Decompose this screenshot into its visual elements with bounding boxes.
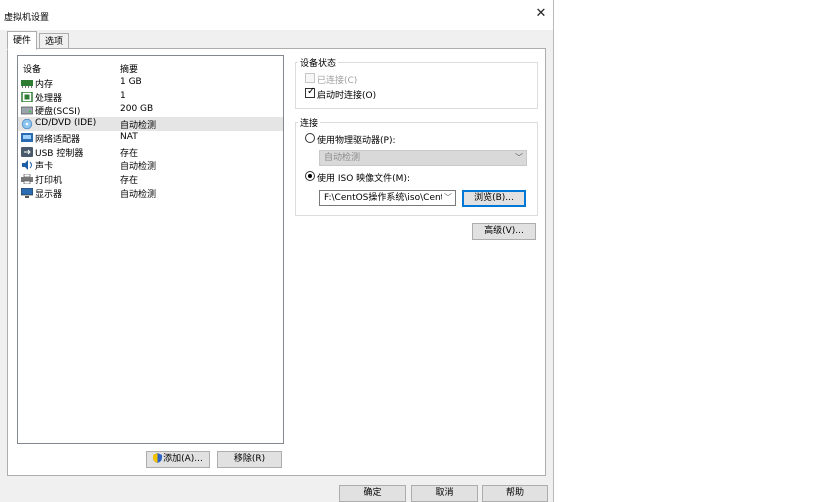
window-title: 虚拟机设置	[4, 13, 50, 23]
memory-icon	[21, 78, 33, 88]
connect-at-power-on-checkbox[interactable]: ✓	[305, 86, 316, 98]
device-row-processor[interactable]: 处理器 1	[18, 90, 283, 104]
device-summary: 1	[120, 90, 126, 101]
network-adapter-icon	[21, 132, 33, 143]
vm-settings-dialog: 虚拟机设置 ✕ 硬件 选项 设备 摘要 内存 1 GB 处理器 1 硬盘(SCS…	[0, 0, 554, 502]
device-name: USB 控制器	[35, 148, 84, 159]
device-summary: 自动检测	[120, 189, 157, 200]
iso-path-value: F:\CentOS操作系统\iso\Cent	[324, 193, 445, 203]
advanced-button[interactable]: 高级(V)...	[472, 223, 536, 240]
physical-drive-label: 使用物理驱动器(P):	[317, 136, 396, 146]
add-device-button-label: 添加(A)...	[163, 454, 203, 464]
cdrom-icon	[21, 118, 33, 130]
device-name: 处理器	[35, 93, 63, 104]
remove-device-button[interactable]: 移除(R)	[217, 451, 282, 468]
device-status-title: 设备状态	[298, 56, 339, 69]
connected-checkbox[interactable]	[305, 73, 315, 83]
processor-icon	[21, 90, 33, 103]
physical-drive-radio[interactable]	[305, 133, 315, 143]
physical-drive-select-value: 自动检测	[324, 153, 361, 163]
device-summary: 1 GB	[120, 77, 142, 87]
cancel-button[interactable]: 取消	[411, 485, 478, 502]
device-summary: 200 GB	[120, 104, 154, 115]
device-summary: NAT	[120, 131, 138, 142]
radio-dot-icon	[308, 174, 312, 178]
device-row-display[interactable]: 显示器 自动检测	[18, 186, 283, 200]
shield-icon	[153, 453, 163, 469]
title-bar: 虚拟机设置 ✕	[0, 0, 553, 30]
iso-image-label: 使用 ISO 映像文件(M):	[317, 174, 410, 184]
device-name: 内存	[35, 80, 54, 90]
display-icon	[20, 187, 34, 198]
device-row-memory[interactable]: 内存 1 GB	[18, 76, 283, 90]
add-device-button[interactable]: 添加(A)...	[146, 451, 210, 468]
device-row-network[interactable]: 网络适配器 NAT	[18, 131, 283, 145]
checkmark-icon: ✓	[307, 86, 316, 97]
device-row-printer[interactable]: 打印机 存在	[18, 172, 283, 186]
browse-button[interactable]: 浏览(B)...	[462, 190, 526, 207]
device-name: 硬盘(SCSI)	[35, 107, 81, 118]
chevron-down-icon[interactable]: ﹀	[442, 191, 452, 205]
device-row-sound[interactable]: 声卡 自动检测	[18, 158, 283, 172]
close-icon[interactable]: ✕	[533, 6, 549, 22]
help-button[interactable]: 帮助	[482, 485, 548, 502]
device-name: 声卡	[35, 162, 54, 173]
sound-card-icon	[21, 160, 33, 171]
device-summary: 存在	[120, 175, 139, 186]
device-summary: 自动检测	[120, 162, 157, 173]
tab-hardware[interactable]: 硬件	[7, 31, 38, 50]
connection-title: 连接	[298, 116, 321, 129]
printer-icon	[21, 173, 33, 185]
device-summary: 存在	[120, 148, 139, 159]
device-row-usb[interactable]: USB 控制器 存在	[18, 145, 283, 159]
chevron-down-icon: ﹀	[515, 153, 523, 162]
device-row-cddvd[interactable]: CD/DVD (IDE) 自动检测	[18, 117, 283, 131]
usb-icon	[21, 146, 33, 157]
ok-button[interactable]: 确定	[339, 485, 406, 502]
iso-image-radio[interactable]	[305, 171, 315, 181]
column-header-summary[interactable]: 摘要	[120, 62, 138, 75]
physical-drive-select[interactable]: 自动检测 ﹀	[319, 150, 527, 166]
column-header-device[interactable]: 设备	[23, 62, 41, 75]
harddisk-icon	[20, 105, 34, 115]
device-summary: 自动检测	[120, 121, 157, 132]
device-name: 打印机	[35, 175, 63, 186]
iso-path-combobox[interactable]: F:\CentOS操作系统\iso\Cent ﹀	[319, 190, 456, 206]
device-name: 网络适配器	[35, 134, 81, 145]
connect-at-power-on-label: 启动时连接(O)	[317, 91, 377, 101]
device-row-harddisk[interactable]: 硬盘(SCSI) 200 GB	[18, 103, 283, 117]
device-name: CD/DVD (IDE)	[35, 118, 97, 129]
connected-label: 已连接(C)	[317, 76, 358, 86]
device-name: 显示器	[35, 189, 63, 200]
tab-options[interactable]: 选项	[39, 33, 70, 49]
